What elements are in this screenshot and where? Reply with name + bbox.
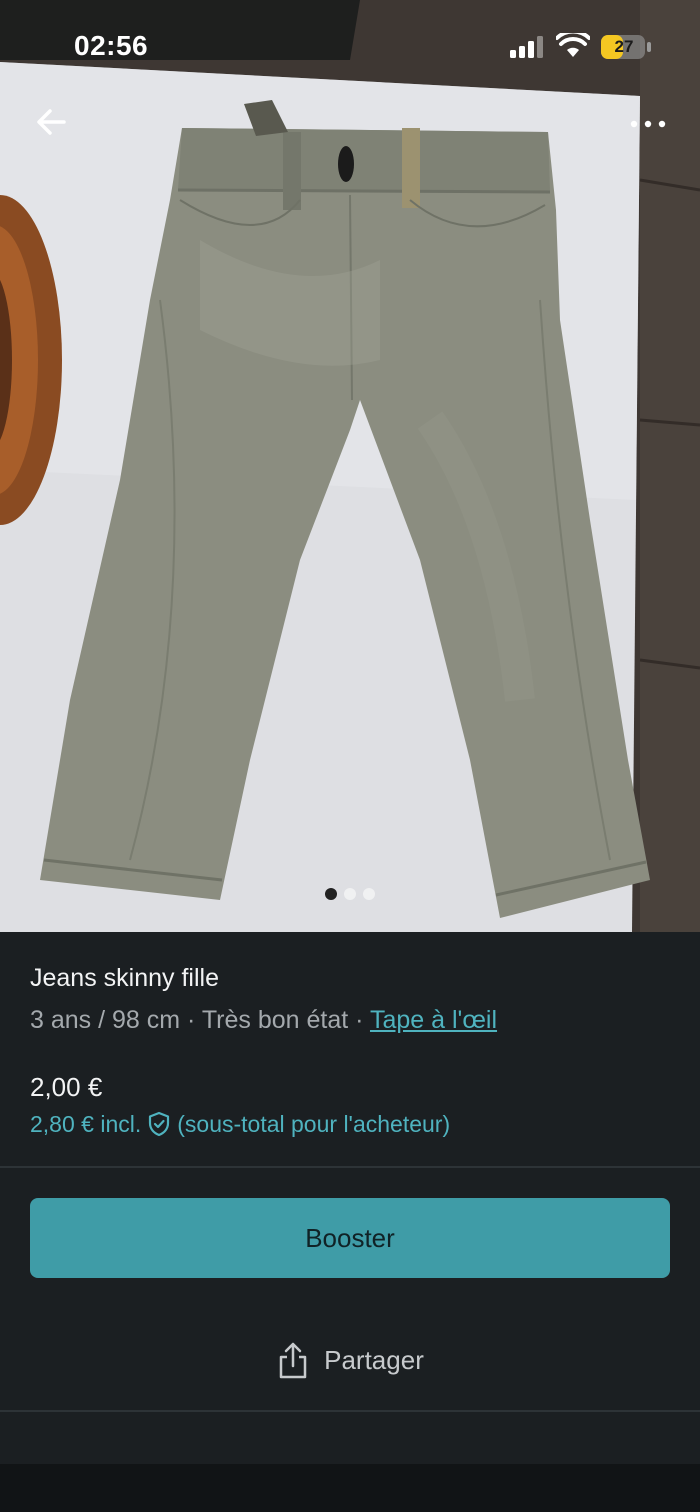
- share-icon: [279, 1342, 307, 1379]
- more-options-button[interactable]: [626, 106, 674, 142]
- battery-level: 27: [614, 37, 634, 56]
- product-photo-image: [0, 0, 700, 932]
- listing-size: 3 ans / 98 cm: [30, 1006, 181, 1034]
- more-horizontal-icon: [630, 120, 666, 128]
- share-label: Partager: [324, 1344, 424, 1375]
- carousel-dot-1[interactable]: [325, 888, 337, 900]
- brand-link[interactable]: Tape à l'œil: [370, 1006, 497, 1034]
- carousel-dot-2[interactable]: [344, 888, 356, 900]
- product-photo[interactable]: [0, 0, 700, 932]
- status-bar: 02:56 27: [0, 0, 700, 96]
- listing-title: Jeans skinny fille: [30, 964, 219, 992]
- back-button[interactable]: [30, 100, 74, 144]
- status-time: 02:56: [74, 30, 149, 61]
- listing-condition: Très bon état: [201, 1006, 349, 1034]
- carousel-indicator: [0, 888, 700, 900]
- shield-check-icon: [149, 1111, 170, 1137]
- share-button[interactable]: Partager: [0, 1330, 700, 1390]
- bottom-bar: [0, 1464, 700, 1512]
- listing-details: 3 ans / 98 cm · Très bon état · Tape à l…: [30, 1006, 497, 1035]
- price-incl-note: (sous-total pour l'acheteur): [177, 1110, 451, 1137]
- separator: ·: [180, 1006, 202, 1034]
- buyer-protection-price[interactable]: 2,80 € incl. (sous-total pour l'acheteur…: [30, 1110, 450, 1138]
- signal-icon: [510, 36, 543, 58]
- separator: ·: [348, 1006, 370, 1034]
- wifi-icon: [556, 33, 590, 57]
- arrow-left-icon: [37, 109, 66, 135]
- carousel-dot-3[interactable]: [363, 888, 375, 900]
- divider: [0, 1410, 700, 1412]
- divider: [0, 1166, 700, 1168]
- booster-button[interactable]: Booster: [30, 1198, 670, 1278]
- price-incl: 2,80 € incl.: [30, 1110, 142, 1137]
- listing-price: 2,00 €: [30, 1072, 103, 1102]
